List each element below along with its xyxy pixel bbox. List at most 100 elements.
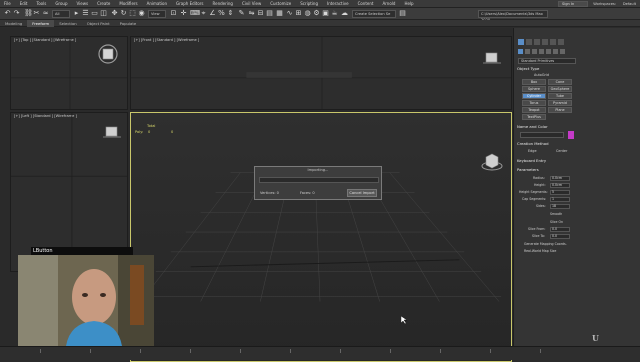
render-production-icon[interactable]: ☕ — [331, 10, 338, 17]
tab-freeform[interactable]: Freeform — [27, 19, 55, 27]
menu-views[interactable]: Views — [77, 1, 89, 6]
plane-button[interactable]: Plane — [548, 107, 572, 113]
creation-method-rollout[interactable]: Creation Method — [517, 141, 575, 147]
creation-edge-radio[interactable]: Edge — [528, 149, 537, 153]
viewport-top[interactable]: [+] [Top ] [Standard ] [Wireframe ] — [10, 36, 128, 110]
reference-coord-dropdown[interactable]: View — [148, 10, 166, 18]
select-object-icon[interactable]: ▸ — [73, 10, 80, 17]
rect-selection-icon[interactable]: ▭ — [91, 10, 98, 17]
project-path-field[interactable]: C:\Users\Alex\Documents\3ds Max 2020 — [478, 10, 548, 22]
menu-animation[interactable]: Animation — [147, 1, 167, 6]
create-tab-icon[interactable] — [518, 39, 524, 45]
menu-graph-editors[interactable]: Graph Editors — [176, 1, 203, 6]
edit-named-sets-icon[interactable]: ✎ — [238, 10, 245, 17]
render-cloud-icon[interactable]: ☁ — [341, 10, 348, 17]
place-icon[interactable]: ◉ — [138, 10, 145, 17]
curve-editor-icon[interactable]: ∿ — [286, 10, 293, 17]
hierarchy-tab-icon[interactable] — [534, 39, 540, 45]
menu-file[interactable]: File — [4, 1, 11, 6]
sign-in-button[interactable]: Sign In — [558, 1, 588, 7]
schematic-view-icon[interactable]: ⊞ — [295, 10, 302, 17]
param-cap-segments-spinner[interactable]: 1 — [550, 197, 570, 202]
name-color-rollout[interactable]: Name and Color — [517, 124, 575, 130]
viewcube-perspective-icon[interactable] — [481, 151, 503, 173]
scale-icon[interactable]: ⬚ — [129, 10, 136, 17]
motion-tab-icon[interactable] — [542, 39, 548, 45]
angle-snap-icon[interactable]: ∠ — [209, 10, 216, 17]
geosphere-button[interactable]: GeoSphere — [548, 86, 572, 92]
systems-icon[interactable] — [560, 49, 565, 54]
workspaces-dropdown[interactable]: Default — [623, 1, 636, 7]
select-manipulate-icon[interactable]: ✛ — [180, 10, 187, 17]
autogrid-checkbox[interactable]: AutoGrid — [534, 73, 549, 77]
param-height-spinner[interactable]: 0.0cm — [550, 183, 570, 188]
tube-button[interactable]: Tube — [548, 93, 572, 99]
redo-icon[interactable]: ↷ — [13, 10, 20, 17]
box-button[interactable]: Box — [522, 79, 546, 85]
slice-to-spinner[interactable]: 0.0 — [550, 234, 570, 239]
menu-modifiers[interactable]: Modifiers — [119, 1, 137, 6]
unlink-icon[interactable]: ✂ — [33, 10, 40, 17]
object-color-swatch[interactable] — [568, 131, 574, 139]
tab-populate[interactable]: Populate — [115, 20, 142, 27]
menu-rendering[interactable]: Rendering — [213, 1, 233, 6]
menu-civil-view[interactable]: Civil View — [242, 1, 261, 6]
mirror-icon[interactable]: ⇋ — [248, 10, 255, 17]
layer-explorer-icon[interactable]: ▤ — [266, 10, 273, 17]
generate-mapping-checkbox[interactable]: Generate Mapping Coords. — [524, 242, 567, 246]
creation-center-radio[interactable]: Center — [556, 149, 567, 153]
smooth-checkbox[interactable]: Smooth — [550, 212, 562, 216]
real-world-map-size-checkbox[interactable]: Real-World Map Size — [524, 249, 556, 253]
rotate-icon[interactable]: ↻ — [120, 10, 127, 17]
menu-arnold[interactable]: Arnold — [382, 1, 395, 6]
object-type-rollout[interactable]: Object Type — [517, 66, 575, 72]
helpers-icon[interactable] — [546, 49, 551, 54]
render-setup-icon[interactable]: ⚙ — [313, 10, 320, 17]
shapes-icon[interactable] — [525, 49, 530, 54]
menu-customize[interactable]: Customize — [270, 1, 291, 6]
timeline[interactable] — [0, 346, 640, 360]
menu-scripting[interactable]: Scripting — [300, 1, 318, 6]
rendered-frame-window-icon[interactable]: ▣ — [322, 10, 329, 17]
slice-from-spinner[interactable]: 0.0 — [550, 227, 570, 232]
material-editor-icon[interactable]: ◍ — [304, 10, 311, 17]
tab-modeling[interactable]: Modeling — [0, 20, 27, 27]
lights-icon[interactable] — [532, 49, 537, 54]
spinner-snap-icon[interactable]: ⇕ — [227, 10, 234, 17]
slice-on-checkbox[interactable]: Slice On — [550, 220, 563, 224]
pivot-icon[interactable]: ⊡ — [170, 10, 177, 17]
project-folder-icon[interactable]: ▤ — [399, 10, 406, 17]
textplus-button[interactable]: TextPlus — [522, 114, 546, 120]
undo-icon[interactable]: ↶ — [4, 10, 11, 17]
menu-group[interactable]: Group — [55, 1, 67, 6]
menu-content[interactable]: Content — [358, 1, 374, 6]
parameters-rollout[interactable]: Parameters — [517, 167, 575, 173]
select-by-name-icon[interactable]: ☰ — [82, 10, 89, 17]
menu-tools[interactable]: Tools — [36, 1, 46, 6]
window-crossing-icon[interactable]: ◫ — [100, 10, 107, 17]
keyboard-entry-rollout[interactable]: Keyboard Entry — [517, 158, 575, 164]
torus-button[interactable]: Torus — [522, 100, 546, 106]
bind-space-warp-icon[interactable]: ≈ — [42, 10, 49, 17]
toggle-ribbon-icon[interactable]: ▦ — [276, 10, 283, 17]
param-height-segments-spinner[interactable]: 5 — [550, 190, 570, 195]
menu-help[interactable]: Help — [404, 1, 413, 6]
cylinder-button[interactable]: Cylinder — [522, 93, 546, 99]
cameras-icon[interactable] — [539, 49, 544, 54]
viewcube-top-icon[interactable] — [97, 43, 119, 65]
display-tab-icon[interactable] — [550, 39, 556, 45]
link-icon[interactable]: ⛓ — [24, 10, 33, 17]
named-selection-sets-dropdown[interactable]: Create Selection Se — [352, 10, 396, 18]
menu-interactive[interactable]: Interactive — [327, 1, 349, 6]
sphere-button[interactable]: Sphere — [522, 86, 546, 92]
selection-filter-dropdown[interactable]: All — [52, 10, 70, 18]
align-icon[interactable]: ⊟ — [257, 10, 264, 17]
menu-edit[interactable]: Edit — [20, 1, 28, 6]
utilities-tab-icon[interactable] — [558, 39, 564, 45]
category-dropdown[interactable]: Standard Primitives — [518, 58, 576, 64]
teapot-button[interactable]: Teapot — [522, 107, 546, 113]
param-radius-spinner[interactable]: 0.0cm — [550, 176, 570, 181]
tab-object-paint[interactable]: Object Paint — [82, 20, 115, 27]
param-sides-spinner[interactable]: 18 — [550, 204, 570, 209]
geometry-icon[interactable] — [518, 49, 523, 54]
